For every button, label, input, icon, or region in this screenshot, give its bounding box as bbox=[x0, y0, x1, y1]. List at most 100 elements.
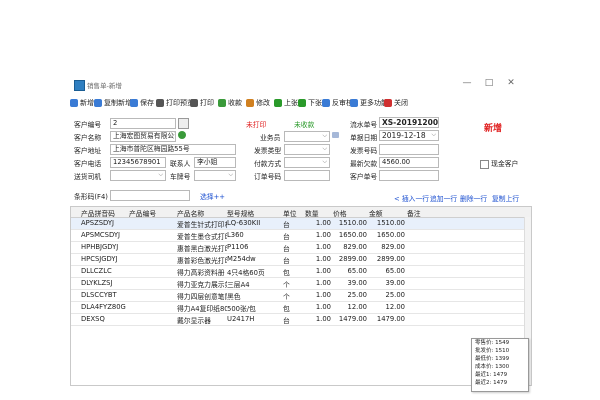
table-row[interactable]: APSMCSDYJ爱普生墨仓式打印机L360台1.001650.001650.0… bbox=[71, 230, 531, 242]
toolbar-button-10[interactable]: 更多功能 bbox=[350, 97, 388, 109]
table-cell[interactable]: HPHBJGDYJ bbox=[81, 243, 127, 251]
column-header[interactable]: 价格 bbox=[333, 208, 367, 218]
salesman-select[interactable] bbox=[284, 131, 330, 142]
table-cell[interactable]: 台 bbox=[283, 255, 303, 265]
table-cell[interactable]: 1.00 bbox=[305, 255, 331, 263]
table-cell[interactable]: 黑色 bbox=[227, 291, 281, 301]
table-cell[interactable]: 1.00 bbox=[305, 219, 331, 227]
table-row[interactable]: HPCSJGDYJ惠普彩色激光打印机M254dw台1.002899.002899… bbox=[71, 254, 531, 266]
toolbar-button-4[interactable]: 打印 bbox=[190, 97, 214, 109]
table-cell[interactable]: APSMCSDYJ bbox=[81, 231, 127, 239]
table-cell[interactable]: DLLCZLC bbox=[81, 267, 127, 275]
table-cell[interactable]: 1479.00 bbox=[333, 315, 367, 323]
table-row[interactable]: DLLCZLC 得力高彩资料册 4只4格60页包 1.00 65.00 65.00 bbox=[71, 266, 531, 278]
table-cell[interactable]: 1510.00 bbox=[369, 219, 405, 227]
table-row[interactable]: HPHBJGDYJ惠普黑白激光打印机P1106台1.00829.00829.00 bbox=[71, 242, 531, 254]
table-cell[interactable]: 惠普彩色激光打印机 bbox=[177, 255, 227, 265]
close-window-button[interactable]: ✕ bbox=[504, 78, 518, 88]
contact-field[interactable]: 李小姐 bbox=[194, 157, 236, 168]
table-cell[interactable]: DLYKLZSJ bbox=[81, 279, 127, 287]
minimize-button[interactable]: — bbox=[460, 78, 474, 88]
toolbar-button-7[interactable]: 上张 bbox=[274, 97, 298, 109]
table-cell[interactable]: 爱普生针式打印机 bbox=[177, 219, 227, 229]
salesman-icon[interactable] bbox=[332, 132, 339, 138]
table-cell[interactable]: 1.00 bbox=[305, 303, 331, 311]
order-no-field[interactable] bbox=[284, 170, 330, 181]
table-cell[interactable]: M254dw bbox=[227, 255, 281, 263]
delete-row-link[interactable]: 删除一行 bbox=[460, 193, 487, 203]
column-header[interactable]: 型号规格 bbox=[227, 208, 281, 218]
table-cell[interactable]: 25.00 bbox=[369, 291, 405, 299]
toolbar-button-1[interactable]: 复制新增 bbox=[94, 97, 132, 109]
debt-field[interactable]: 4560.00 bbox=[379, 157, 439, 168]
table-cell[interactable]: APSZSDYJ bbox=[81, 219, 127, 227]
barcode-input[interactable] bbox=[110, 190, 190, 201]
cash-customer-option[interactable]: 现金客户 bbox=[480, 158, 518, 169]
lookup-icon[interactable] bbox=[178, 118, 189, 129]
column-header[interactable]: 产品拼音码 bbox=[81, 208, 127, 218]
table-cell[interactable]: 39.00 bbox=[369, 279, 405, 287]
column-header[interactable]: 备注 bbox=[407, 208, 447, 218]
table-cell[interactable]: 1510.00 bbox=[333, 219, 367, 227]
table-cell[interactable]: 戴尔显示器 bbox=[177, 315, 227, 325]
table-cell[interactable]: 包 bbox=[283, 267, 303, 277]
table-cell[interactable]: 1.00 bbox=[305, 291, 331, 299]
table-cell[interactable]: 惠普黑白激光打印机 bbox=[177, 243, 227, 253]
table-cell[interactable]: 2899.00 bbox=[369, 255, 405, 263]
table-row[interactable]: DLSCCYBT 得力四层创意笔筒 黑色个 1.00 25.00 25.00 bbox=[71, 290, 531, 302]
customer-no-field[interactable]: 2 bbox=[110, 118, 176, 129]
table-cell[interactable]: DEXSQ bbox=[81, 315, 127, 323]
table-row[interactable]: DLYKLZSJ 得力亚克力展示架 三层A4 个 1.00 39.00 39.00 bbox=[71, 278, 531, 290]
add-row-link[interactable]: 追加一行 bbox=[430, 193, 457, 203]
table-cell[interactable]: 台 bbox=[283, 231, 303, 241]
table-cell[interactable]: 台 bbox=[283, 243, 303, 253]
table-cell[interactable]: 三层A4 bbox=[227, 279, 281, 289]
table-cell[interactable]: 1.00 bbox=[305, 267, 331, 275]
customer-order-field[interactable] bbox=[379, 170, 439, 181]
table-cell[interactable]: 1.00 bbox=[305, 231, 331, 239]
table-cell[interactable]: 1.00 bbox=[305, 279, 331, 287]
table-cell[interactable]: L360 bbox=[227, 231, 281, 239]
table-cell[interactable]: 得力四层创意笔筒 bbox=[177, 291, 227, 301]
table-cell[interactable]: 1.00 bbox=[305, 315, 331, 323]
plate-select[interactable] bbox=[194, 170, 236, 181]
table-cell[interactable]: 4只4格60页 bbox=[227, 267, 281, 277]
table-cell[interactable]: 12.00 bbox=[369, 303, 405, 311]
table-cell[interactable]: 包 bbox=[283, 303, 303, 313]
table-cell[interactable]: 台 bbox=[283, 315, 303, 325]
table-cell[interactable]: 1479.00 bbox=[369, 315, 405, 323]
toolbar-button-11[interactable]: 关闭 bbox=[384, 97, 408, 109]
table-cell[interactable]: DLSCCYBT bbox=[81, 291, 127, 299]
table-cell[interactable]: DLA4FYZ80G bbox=[81, 303, 127, 311]
table-cell[interactable]: 1650.00 bbox=[369, 231, 405, 239]
column-header[interactable]: 产品编号 bbox=[129, 208, 175, 218]
driver-select[interactable] bbox=[110, 170, 166, 181]
pay-method-select[interactable] bbox=[284, 157, 330, 168]
table-row[interactable]: DEXSQ 戴尔显示器 U2417H 台 1.00 1479.00 1479.00 bbox=[71, 314, 531, 326]
invoice-no-field[interactable] bbox=[379, 144, 439, 155]
table-cell[interactable]: 爱普生墨仓式打印机 bbox=[177, 231, 227, 241]
table-cell[interactable]: 65.00 bbox=[369, 267, 405, 275]
table-cell[interactable]: 500张/包 bbox=[227, 303, 281, 313]
table-row[interactable]: APSZSDYJ 爱普生针式打印机 LQ-630KII 台 1.00 1510.00 151… bbox=[71, 218, 531, 230]
copy-row-link[interactable]: 复制上行 bbox=[492, 193, 519, 203]
add-customer-icon[interactable] bbox=[178, 131, 186, 139]
cash-customer-checkbox[interactable] bbox=[480, 159, 489, 169]
table-cell[interactable]: U2417H bbox=[227, 315, 281, 323]
toolbar-button-0[interactable]: 新增 bbox=[70, 97, 94, 109]
table-row[interactable]: DLA4FYZ80G得力A4复印纸80g500张/包包1.0012.0012.0… bbox=[71, 302, 531, 314]
table-cell[interactable]: 1.00 bbox=[305, 243, 331, 251]
column-header[interactable]: 产品名称 bbox=[177, 208, 227, 218]
column-header[interactable]: 数量 bbox=[305, 208, 331, 218]
maximize-button[interactable]: □ bbox=[482, 78, 496, 88]
table-cell[interactable]: 829.00 bbox=[333, 243, 367, 251]
customer-name-field[interactable]: 上海宏图贸易有限公司 bbox=[110, 131, 176, 142]
table-cell[interactable]: 12.00 bbox=[333, 303, 367, 311]
table-cell[interactable]: 829.00 bbox=[369, 243, 405, 251]
customer-addr-field[interactable]: 上海市普陀区梅园路55号 bbox=[110, 144, 236, 155]
table-cell[interactable]: 得力高彩资料册 bbox=[177, 267, 227, 277]
toolbar-button-3[interactable]: 打印预览 bbox=[156, 97, 194, 109]
toolbar-button-6[interactable]: 修改 bbox=[246, 97, 270, 109]
table-cell[interactable]: 个 bbox=[283, 291, 303, 301]
toolbar-button-8[interactable]: 下张 bbox=[298, 97, 322, 109]
